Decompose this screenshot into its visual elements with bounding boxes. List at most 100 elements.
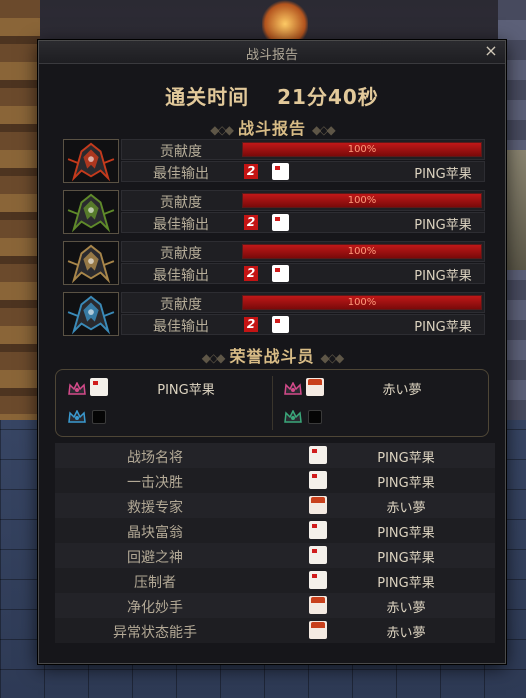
player-name: PING苹果 [414,167,472,182]
contribution-percent: 100% [347,246,377,257]
contribution-bar: 100% [242,295,482,310]
honor-heading-text: 荣誉战斗员 [229,347,315,366]
best-output-row: 最佳输出 2 PING苹果 [121,314,485,335]
contribution-bar: 100% [242,142,482,157]
contribution-row: 贡献度 100% [121,139,485,160]
clear-time-value: 21分40秒 [277,85,379,109]
contribution-percent: 100% [347,144,377,155]
background-lantern [262,0,308,40]
best-output-row: 最佳输出 2 PING苹果 [121,212,485,233]
award-player-name: PING苹果 [377,476,435,491]
contribution-percent: 100% [347,195,377,206]
rank-badge: 2 [244,266,258,281]
best-output-label: 最佳输出 [153,268,209,284]
crown-icon [68,381,86,395]
window-title: 战斗报告 [245,48,298,63]
honor-slot[interactable] [66,404,266,428]
party-member-row: 贡献度 100% 最佳输出 2 PING苹果 [63,190,485,234]
crown-icon [284,409,302,423]
ornament-icon: ◆◇◆ [201,351,226,365]
award-name: 一击决胜 [127,475,183,491]
player-avatar-icon [309,496,327,514]
award-row: 救援专家 赤い夢 [55,493,495,518]
honor-heading: ◆◇◆ 荣誉战斗员 ◆◇◆ [39,343,505,366]
report-heading: ◆◇◆ 战斗报告 ◆◇◆ [39,115,505,138]
player-avatar-icon [272,214,289,231]
award-row: 异常状态能手 赤い夢 [55,618,495,643]
player-avatar-icon [308,410,322,424]
ornament-icon: ◆◇◆ [320,351,345,365]
award-player-name: PING苹果 [377,451,435,466]
award-player-name: 赤い夢 [386,626,426,641]
honor-box: PING苹果 赤い夢 [55,369,489,437]
award-player-name: PING苹果 [377,551,435,566]
character-portrait[interactable] [63,292,119,336]
award-row: 压制者 PING苹果 [55,568,495,593]
battle-report-window: 战斗报告 × 通关时间 21分40秒 ◆◇◆ 战斗报告 ◆◇◆ 贡献度 100% 最佳输… [38,40,506,664]
party-member-row: 贡献度 100% 最佳输出 2 PING苹果 [63,292,485,336]
honor-player-name: PING苹果 [157,383,215,398]
player-avatar-icon [272,163,289,180]
contribution-label: 贡献度 [160,195,202,211]
award-name: 净化妙手 [127,600,183,616]
award-name: 救援专家 [127,500,183,516]
player-avatar-icon [309,571,327,589]
honor-slot[interactable]: PING苹果 [66,376,266,400]
player-avatar-icon [92,410,106,424]
report-heading-text: 战斗报告 [237,119,306,138]
award-row: 晶块富翁 PING苹果 [55,518,495,543]
award-name: 晶块富翁 [127,525,183,541]
window-titlebar[interactable]: 战斗报告 × [39,41,505,64]
contribution-row: 贡献度 100% [121,292,485,313]
player-avatar-icon [306,378,324,396]
award-name: 压制者 [134,575,176,591]
contribution-bar: 100% [242,193,482,208]
helmet-icon [64,140,118,182]
award-player-name: PING苹果 [377,526,435,541]
award-name: 回避之神 [127,550,183,566]
best-output-label: 最佳输出 [153,319,209,335]
player-avatar-icon [309,471,327,489]
player-avatar-icon [309,521,327,539]
contribution-percent: 100% [347,297,377,308]
award-player-name: 赤い夢 [386,501,426,516]
award-row: 战场名将 PING苹果 [55,443,495,468]
best-output-label: 最佳输出 [153,166,209,182]
contribution-label: 贡献度 [160,246,202,262]
best-output-label: 最佳输出 [153,217,209,233]
honor-player-name: 赤い夢 [382,383,422,398]
honor-slot[interactable] [282,404,482,428]
contribution-row: 贡献度 100% [121,241,485,262]
award-row: 净化妙手 赤い夢 [55,593,495,618]
party-member-row: 贡献度 100% 最佳输出 2 PING苹果 [63,139,485,183]
player-name: PING苹果 [414,320,472,335]
close-icon[interactable]: × [483,42,499,60]
player-name: PING苹果 [414,269,472,284]
contribution-label: 贡献度 [160,297,202,313]
award-row: 回避之神 PING苹果 [55,543,495,568]
ornament-icon: ◆◇◆ [210,123,234,137]
ornament-icon: ◆◇◆ [312,123,336,137]
award-name: 战场名将 [127,450,183,466]
character-portrait[interactable] [63,190,119,234]
player-avatar-icon [309,621,327,639]
helmet-icon [64,293,118,335]
background-pillar-left [0,0,40,420]
award-name: 异常状态能手 [113,625,197,641]
player-avatar-icon [272,316,289,333]
player-avatar-icon [309,446,327,464]
award-player-name: 赤い夢 [386,601,426,616]
best-output-row: 最佳输出 2 PING苹果 [121,161,485,182]
rank-badge: 2 [244,215,258,230]
honor-slot[interactable]: 赤い夢 [282,376,482,400]
honor-divider [272,376,273,430]
helmet-icon [64,191,118,233]
rank-badge: 2 [244,317,258,332]
rank-badge: 2 [244,164,258,179]
contribution-row: 贡献度 100% [121,190,485,211]
character-portrait[interactable] [63,241,119,285]
crown-icon [284,381,302,395]
clear-time: 通关时间 21分40秒 [39,81,505,110]
best-output-row: 最佳输出 2 PING苹果 [121,263,485,284]
character-portrait[interactable] [63,139,119,183]
